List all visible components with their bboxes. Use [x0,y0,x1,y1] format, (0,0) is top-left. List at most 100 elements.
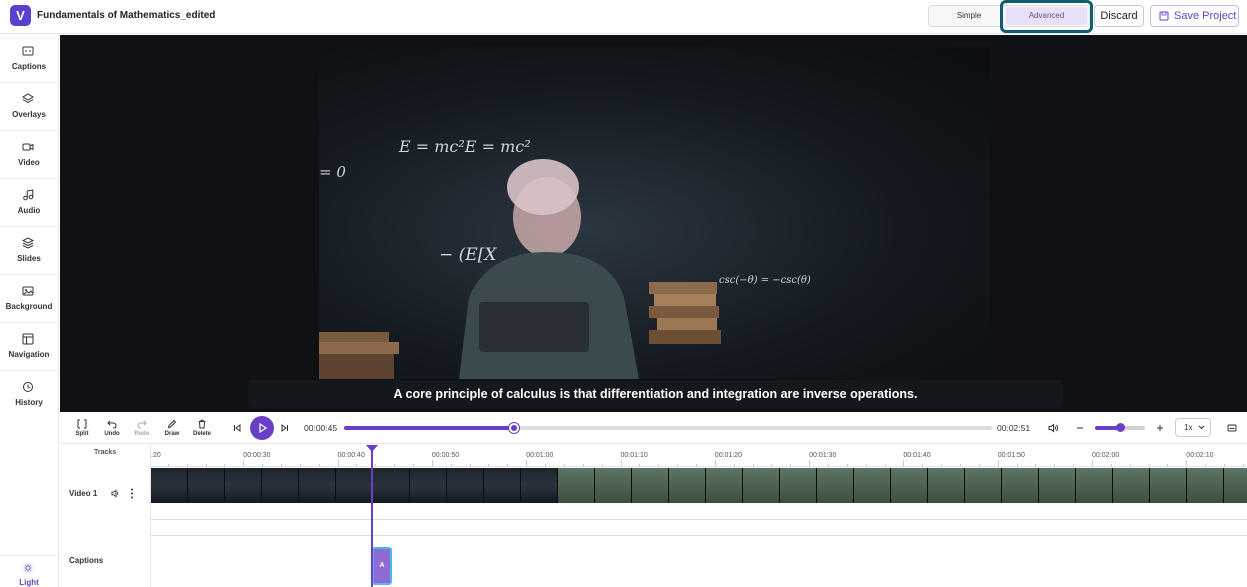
trash-icon [198,419,206,429]
ruler-tick [846,464,848,467]
ruler-tick [507,464,509,467]
more-options-icon[interactable] [130,488,134,499]
video-thumbnail-frame [632,468,669,503]
video-thumbnail-frame [188,468,225,503]
video-track-clip[interactable] [151,468,1247,503]
ruler-tick-label: 00:01:00 [526,452,554,459]
mode-simple-button[interactable]: Simple [929,6,1009,26]
delete-button[interactable]: Delete [188,418,216,442]
sidebar-item-slides[interactable]: Slides [0,227,58,275]
ruler-tick [450,464,452,467]
layout-icon [22,333,34,345]
top-bar: V Fundamentals of Mathematics_edited Sim… [0,0,1247,34]
playback-speed-select[interactable]: 1x [1175,418,1211,437]
ruler-tick [1016,464,1018,467]
zoom-thumb[interactable] [1116,423,1125,432]
speed-value: 1x [1184,423,1193,432]
sidebar-item-label: Overlays [12,110,46,119]
draw-button[interactable]: Draw [158,418,186,442]
time-ruler[interactable]: :20 00:00:30 00:00:40 00:00:50 00:01:00 00:01… [151,445,1247,467]
sidebar-item-captions[interactable]: Captions [0,35,58,83]
playhead-handle[interactable] [366,445,378,452]
ruler-tick [884,464,886,467]
caption-clip[interactable]: A [372,547,392,585]
sidebar-item-history[interactable]: History [0,371,58,419]
video-thumbnail-frame [410,468,447,503]
video-thumbnail-frame [521,468,558,503]
ruler-tick [1167,464,1169,467]
video-thumbnail-frame [262,468,299,503]
ruler-tick [1224,464,1226,467]
sidebar-item-label: Background [5,302,53,311]
app-logo[interactable]: V [10,5,31,26]
video-thumbnail-frame [743,468,780,503]
track-volume-icon[interactable] [111,489,121,498]
track-divider [151,519,1247,520]
redo-button[interactable]: Redo [128,418,156,442]
sidebar-item-label: Captions [11,62,47,71]
ruler-tick-label: 00:01:50 [997,452,1025,459]
zoom-out-icon[interactable] [1075,423,1085,433]
video-thumbnail-frame [373,468,410,503]
progress-thumb[interactable] [509,423,520,433]
play-button[interactable] [250,416,274,440]
playback-progress-bar[interactable] [344,423,992,433]
ruler-tick [978,464,980,467]
video-thumbnail-frame [151,468,188,503]
ruler-tick [281,464,283,467]
video-thumbnail-frame [1224,468,1247,503]
pencil-icon [167,419,177,429]
track-label-captions: Captions [69,556,104,565]
playhead[interactable] [371,445,373,587]
video-preview[interactable]: E = mc²E = mc² = 0 csc(−θ) = −csc(θ) − (… [60,35,1247,412]
progress-fill [344,426,515,430]
undo-button[interactable]: Undo [98,418,126,442]
video-thumbnail-frame [336,468,373,503]
video-frame: E = mc²E = mc² = 0 csc(−θ) = −csc(θ) − (… [319,47,990,379]
ruler-tick [488,464,490,467]
ruler-tick-label: 00:01:10 [620,452,648,459]
zoom-slider[interactable] [1095,423,1145,432]
video-thumbnail-frame [1150,468,1187,503]
skip-forward-icon[interactable] [280,423,290,433]
ruler-tick [1110,464,1112,467]
sun-icon [23,563,33,573]
ruler-tick [865,464,867,467]
volume-icon[interactable] [1048,423,1059,433]
theme-label: Light [19,578,39,587]
video-icon [22,143,34,151]
music-note-icon [23,189,34,201]
theme-toggle[interactable]: Light [0,555,58,587]
ruler-tick [677,464,679,467]
zoom-in-icon[interactable] [1155,423,1165,433]
sidebar-item-navigation[interactable]: Navigation [0,323,58,371]
save-project-button[interactable]: Save Project [1150,5,1239,27]
ruler-tick-label: :20 [151,452,161,459]
ruler-tick [997,460,999,467]
math-overlay-text: − (E[X [439,245,497,265]
sidebar-item-label: History [15,398,43,407]
ruler-tick [1035,464,1037,467]
sidebar-item-overlays[interactable]: Overlays [0,83,58,131]
captions-toggle-icon[interactable] [1227,423,1237,433]
discard-button[interactable]: Discard [1094,5,1144,27]
ruler-tick [771,464,773,467]
ruler-tick [563,464,565,467]
mode-advanced-button[interactable]: Advanced [1006,7,1087,25]
ruler-tick [526,460,528,467]
ruler-tick [299,464,301,467]
ruler-tick-label: 00:01:40 [903,452,931,459]
skip-back-icon[interactable] [232,423,242,433]
ruler-tick [903,460,905,467]
chevron-down-icon [1198,425,1205,430]
ruler-tick [545,464,547,467]
sidebar-item-label: Navigation [8,350,50,359]
sidebar-item-video[interactable]: Video [0,131,58,179]
ruler-tick [413,464,415,467]
sidebar-item-background[interactable]: Background [0,275,58,323]
ruler-tick-label: 00:00:40 [337,452,365,459]
split-button[interactable]: Split [68,418,96,442]
ruler-tick [262,464,264,467]
sidebar-item-audio[interactable]: Audio [0,179,58,227]
ruler-tick [733,464,735,467]
